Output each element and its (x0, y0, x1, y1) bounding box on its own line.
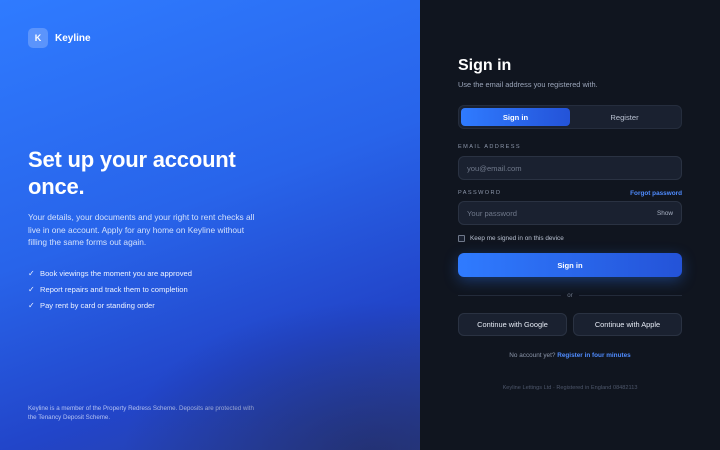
tab-register[interactable]: Register (570, 108, 679, 126)
brand[interactable]: K Keyline (28, 28, 91, 48)
password-field-wrapper: Show (458, 201, 682, 225)
brand-name: Keyline (55, 32, 91, 44)
page-title: Sign in (458, 57, 512, 74)
promo-headline: Set up your account once. (28, 147, 236, 199)
page-subtitle: Use the email address you registered wit… (458, 80, 598, 89)
benefit-item: ✓ Book viewings the moment you are appro… (28, 265, 192, 281)
benefit-text: Book viewings the moment you are approve… (40, 268, 192, 278)
remember-me[interactable]: Keep me signed in on this device (458, 235, 564, 242)
benefit-list: ✓ Book viewings the moment you are appro… (28, 265, 192, 313)
forgot-password-link[interactable]: Forgot password (630, 190, 682, 197)
email-field-wrapper (458, 156, 682, 180)
benefit-item: ✓ Report repairs and track them to compl… (28, 281, 192, 297)
auth-tabs: Sign in Register (458, 105, 682, 129)
or-divider: or (458, 291, 683, 299)
legal-footer: Keyline Lettings Ltd · Registered in Eng… (502, 385, 638, 391)
password-field[interactable] (467, 208, 657, 218)
check-icon: ✓ (28, 300, 35, 310)
benefit-item: ✓ Pay rent by card or standing order (28, 297, 192, 313)
benefit-text: Report repairs and track them to complet… (40, 284, 188, 294)
divider-text: or (567, 291, 573, 299)
promo-lead: Your details, your documents and your ri… (28, 212, 255, 248)
register-link[interactable]: Register in four minutes (557, 352, 631, 359)
register-prompt: No account yet? Register in four minutes (458, 352, 682, 359)
regulatory-footnote: Keyline is a member of the Property Redr… (28, 405, 254, 421)
sign-in-button[interactable]: Sign in (458, 253, 682, 277)
register-prompt-text: No account yet? (509, 352, 556, 359)
continue-with-apple-button[interactable]: Continue with Apple (573, 313, 682, 336)
check-icon: ✓ (28, 268, 35, 278)
auth-panel: Sign in Use the email address you regist… (420, 0, 720, 450)
benefit-text: Pay rent by card or standing order (40, 300, 155, 310)
email-field[interactable] (467, 163, 673, 173)
continue-with-google-button[interactable]: Continue with Google (458, 313, 567, 336)
promo-panel: K Keyline Set up your account once. Your… (0, 0, 420, 450)
show-password-button[interactable]: Show (657, 210, 673, 217)
check-icon: ✓ (28, 284, 35, 294)
email-label: EMAIL ADDRESS (458, 144, 522, 150)
remember-me-checkbox[interactable] (458, 235, 465, 242)
divider-line (458, 294, 562, 296)
password-label: PASSWORD (458, 190, 502, 196)
remember-me-label: Keep me signed in on this device (470, 235, 564, 242)
brand-logo-icon: K (28, 28, 48, 48)
divider-line (578, 294, 683, 296)
tab-sign-in[interactable]: Sign in (461, 108, 570, 126)
